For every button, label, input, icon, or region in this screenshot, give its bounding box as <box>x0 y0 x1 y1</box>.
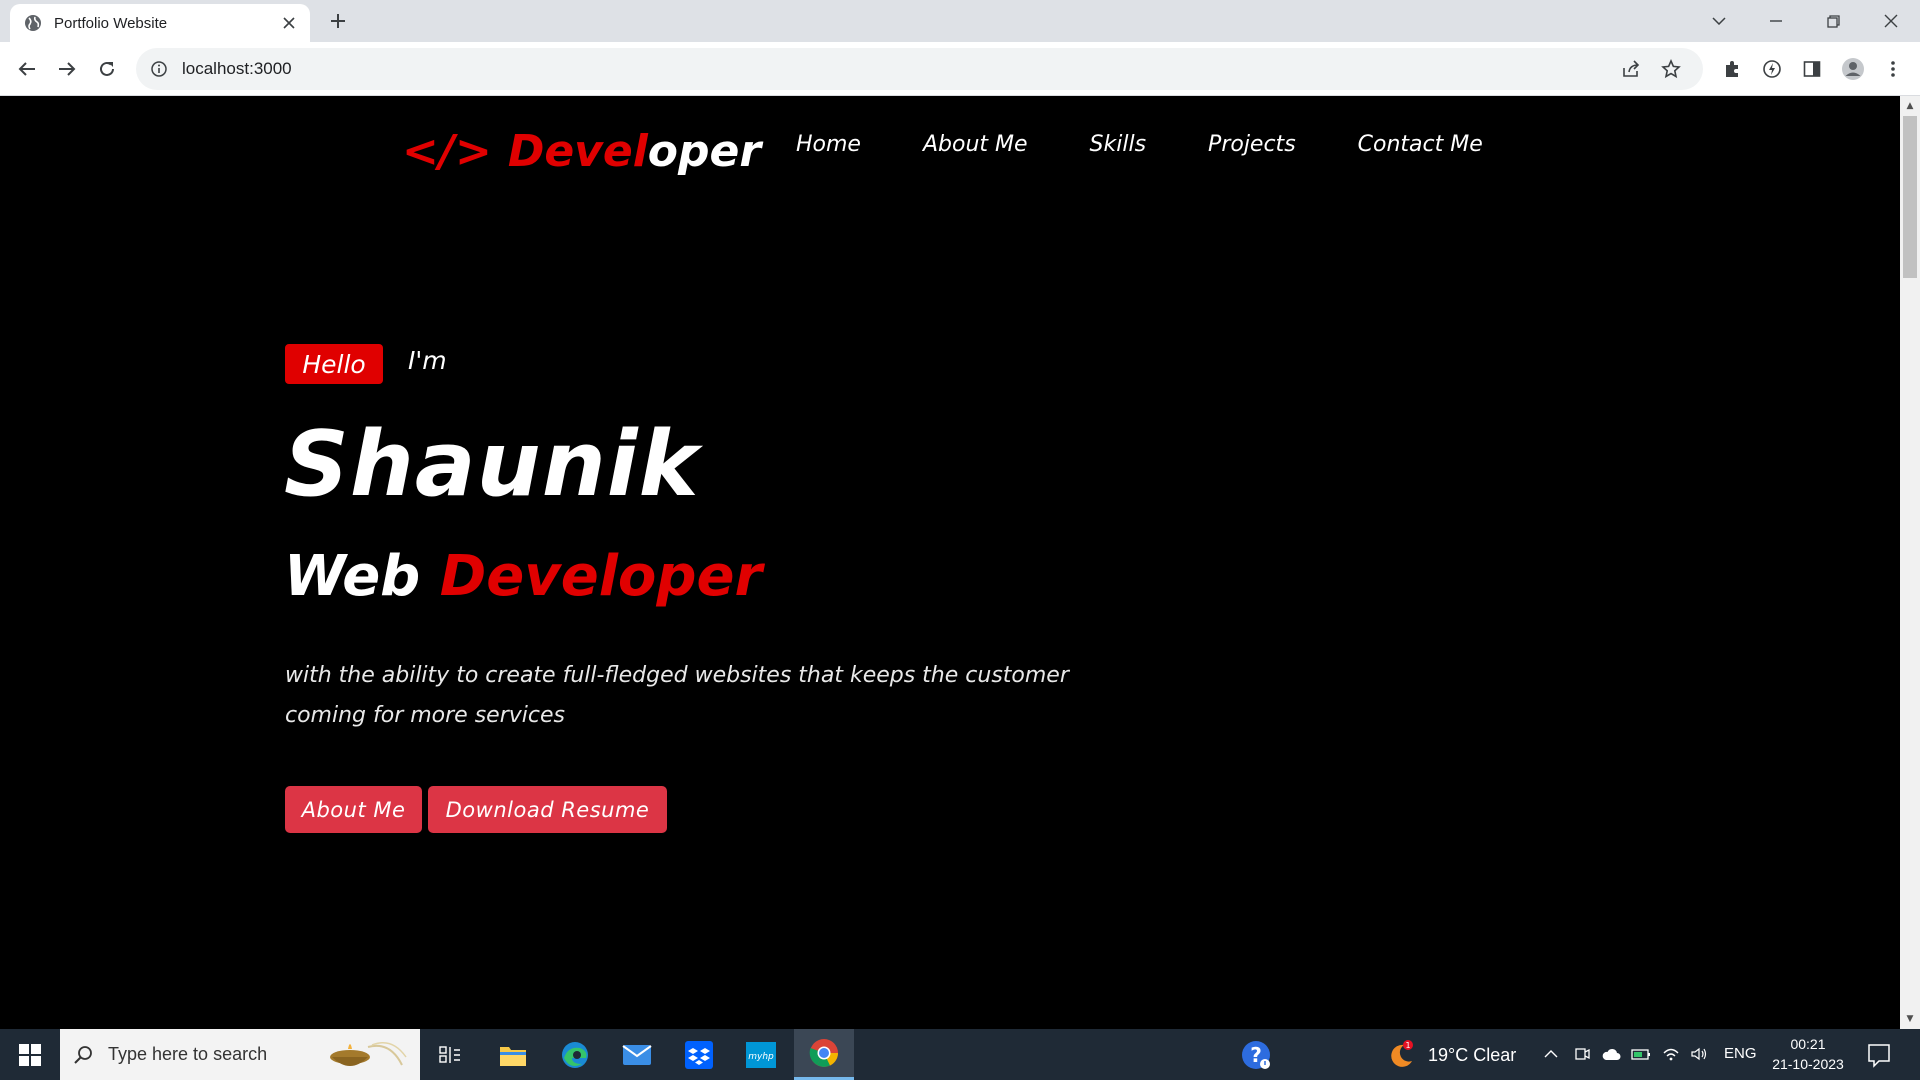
url-text[interactable]: localhost:3000 <box>182 59 292 79</box>
search-icon <box>74 1045 92 1064</box>
show-hidden-icons-icon[interactable] <box>1540 1043 1562 1065</box>
extensions-icon[interactable] <box>1717 54 1747 84</box>
back-icon[interactable] <box>12 54 42 84</box>
forward-icon[interactable] <box>52 54 82 84</box>
new-tab-button[interactable] <box>326 9 350 33</box>
nav-contact-me[interactable]: Contact Me <box>1358 132 1483 157</box>
scroll-thumb[interactable] <box>1903 116 1917 278</box>
role-text-white: Web <box>284 544 421 609</box>
notification-center-icon[interactable] <box>1866 1042 1892 1068</box>
performance-icon[interactable] <box>1757 54 1787 84</box>
clock-time: 00:21 <box>1790 1036 1826 1052</box>
address-bar[interactable]: localhost:3000 <box>136 48 1703 90</box>
close-tab-icon[interactable] <box>280 14 298 32</box>
page-scrollbar[interactable]: ▲ ▼ <box>1900 96 1920 1029</box>
diya-decoration-icon <box>330 1042 407 1066</box>
restore-icon[interactable] <box>1818 6 1848 36</box>
side-panel-icon[interactable] <box>1797 54 1827 84</box>
code-icon: </> <box>402 126 492 177</box>
scroll-up-icon[interactable]: ▲ <box>1904 100 1916 112</box>
browser-menu-icon[interactable] <box>1878 54 1908 84</box>
browser-toolbar: localhost:3000 <box>0 42 1920 96</box>
dropbox-icon[interactable] <box>669 1029 729 1080</box>
windows-start-icon[interactable] <box>0 1029 60 1080</box>
taskbar-search[interactable]: Type here to search <box>60 1029 420 1080</box>
browser-tab[interactable]: Portfolio Website <box>10 4 310 42</box>
task-view-icon[interactable] <box>420 1029 480 1080</box>
moon-weather-icon: 1 <box>1391 1040 1413 1067</box>
intro-text: I'm <box>408 346 447 375</box>
page-viewport: </> Developer Home About Me Skills Projec… <box>0 96 1900 1029</box>
hello-badge: Hello <box>285 344 383 384</box>
minimize-icon[interactable] <box>1761 6 1791 36</box>
download-resume-button[interactable]: Download Resume <box>428 786 667 833</box>
weather-widget[interactable]: 1 19°C Clear <box>1386 1039 1516 1071</box>
volume-icon[interactable] <box>1688 1043 1710 1065</box>
onedrive-cloud-icon[interactable] <box>1600 1043 1622 1065</box>
search-placeholder: Type here to search <box>108 1044 268 1064</box>
battery-icon[interactable] <box>1630 1043 1652 1065</box>
close-window-icon[interactable] <box>1876 6 1906 36</box>
logo-text-red: Devel <box>507 126 648 177</box>
chrome-icon[interactable] <box>794 1029 854 1080</box>
nav-skills[interactable]: Skills <box>1090 132 1147 157</box>
myhp-icon[interactable]: myhp <box>731 1029 791 1080</box>
wifi-icon[interactable] <box>1660 1043 1682 1065</box>
browser-tab-bar: Portfolio Website <box>0 0 1920 42</box>
bookmark-star-icon[interactable] <box>1656 54 1686 84</box>
svg-text:1: 1 <box>1405 1041 1410 1050</box>
reload-icon[interactable] <box>92 54 122 84</box>
clock[interactable]: 00:21 21-10-2023 <box>1766 1034 1850 1074</box>
hero-description: with the ability to create full-fledged … <box>285 663 1069 728</box>
nav-projects[interactable]: Projects <box>1208 132 1296 157</box>
mail-icon[interactable] <box>607 1029 667 1080</box>
nav-home[interactable]: Home <box>796 132 861 157</box>
site-info-icon[interactable] <box>150 60 168 78</box>
scroll-down-icon[interactable]: ▼ <box>1904 1013 1916 1025</box>
globe-icon <box>25 15 41 31</box>
file-explorer-icon[interactable] <box>483 1029 543 1080</box>
weather-text: 19°C Clear <box>1428 1044 1517 1065</box>
profile-avatar-icon[interactable] <box>1838 54 1868 84</box>
role-text-red: Developer <box>439 544 763 609</box>
clock-date: 21-10-2023 <box>1772 1056 1844 1072</box>
help-icon[interactable]: ? <box>1240 1039 1272 1071</box>
site-logo[interactable]: </> Developer <box>402 126 761 177</box>
main-nav: Home About Me Skills Projects Contact Me <box>796 132 1545 157</box>
about-me-button[interactable]: About Me <box>285 786 422 833</box>
tab-title: Portfolio Website <box>54 14 168 32</box>
hero-role: Web Developer <box>284 544 762 609</box>
edge-browser-icon[interactable] <box>545 1029 605 1080</box>
meet-now-icon[interactable] <box>1571 1043 1593 1065</box>
svg-text:myhp: myhp <box>748 1052 774 1062</box>
nav-about-me[interactable]: About Me <box>923 132 1028 157</box>
tab-search-chevron-icon[interactable] <box>1704 6 1734 36</box>
language-indicator[interactable]: ENG <box>1724 1045 1757 1062</box>
windows-taskbar: Type here to search myhp ? 1 19°C Clear … <box>0 1029 1920 1080</box>
logo-text-white: oper <box>647 126 762 177</box>
hero-name: Shaunik <box>284 412 700 517</box>
share-icon[interactable] <box>1616 54 1646 84</box>
